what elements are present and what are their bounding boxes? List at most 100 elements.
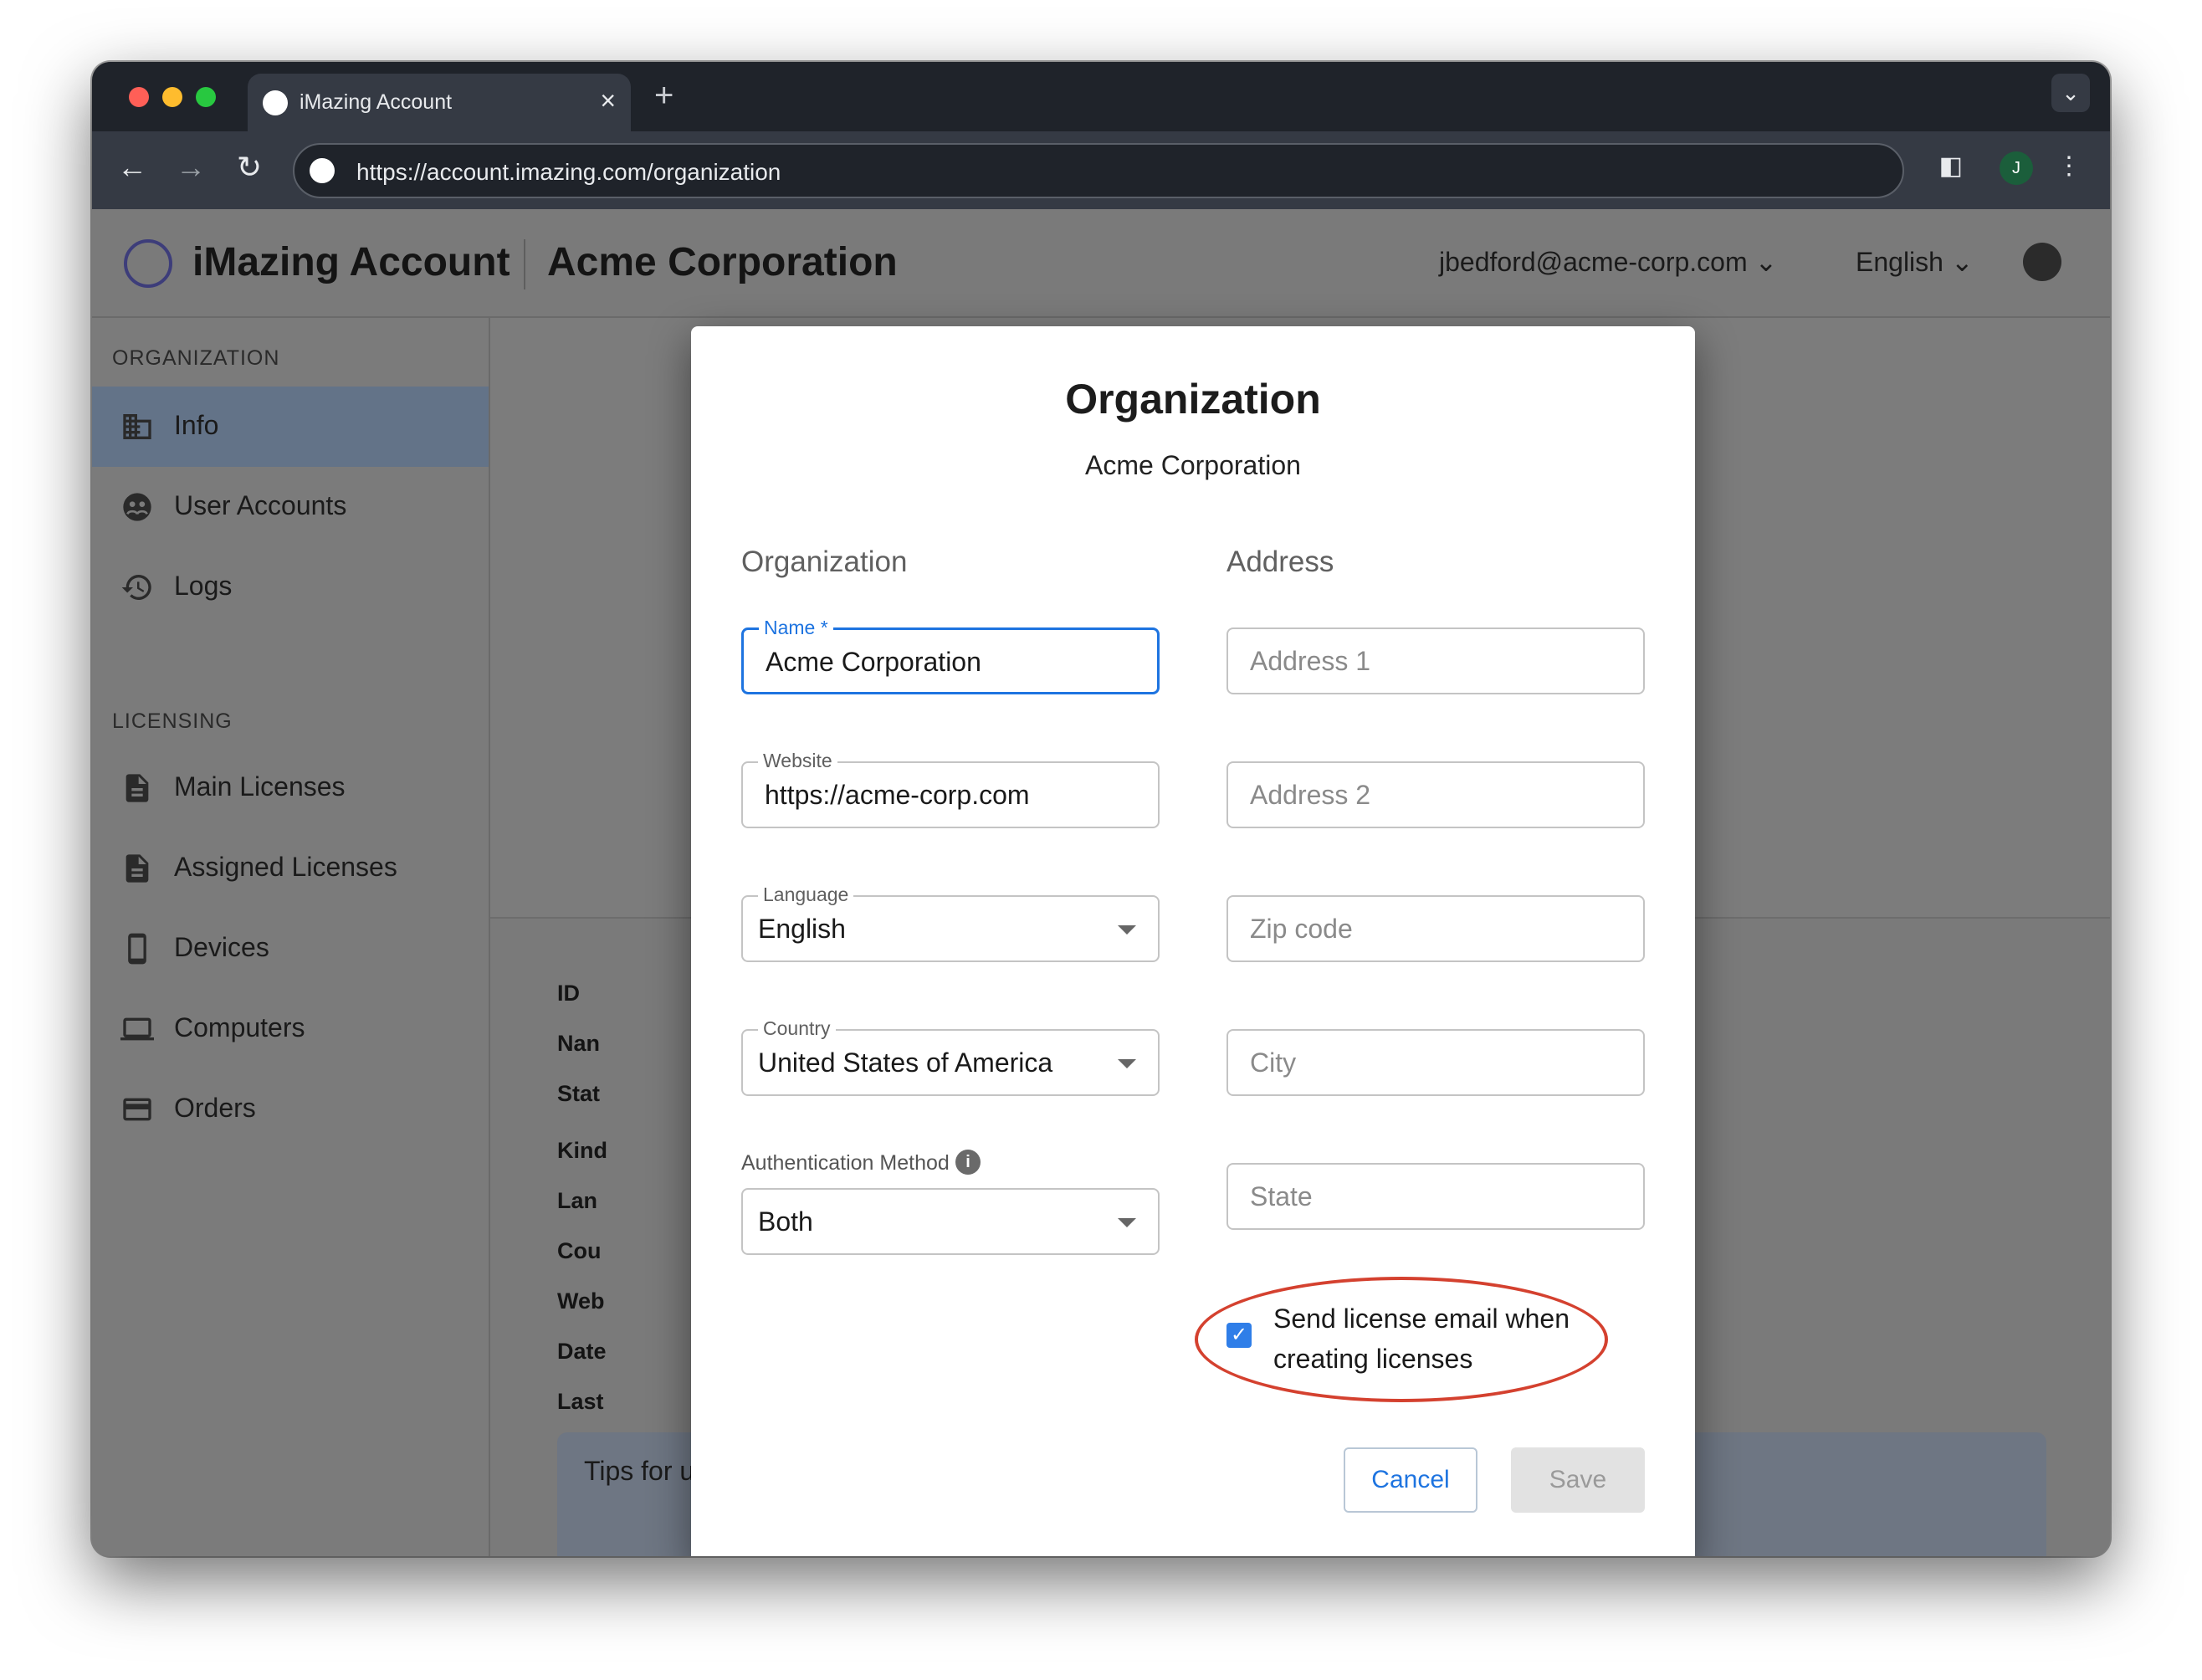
sidebar-item-orders[interactable]: Orders (92, 1069, 489, 1150)
sidebar-item-label: Info (174, 410, 219, 440)
users-circle-icon (123, 493, 151, 521)
document-icon (125, 774, 149, 802)
tab-search-button[interactable]: ⌄ (2051, 74, 2090, 112)
theme-toggle-icon[interactable] (2023, 243, 2061, 281)
org-title: Acme Corporation (547, 240, 898, 284)
language-menu[interactable]: English ⌄ (1856, 246, 1974, 278)
name-input-label: Name * (759, 617, 833, 639)
credit-card-icon (123, 1098, 151, 1121)
chevron-down-icon: ⌄ (1754, 247, 1778, 277)
info-label-date: Date (557, 1339, 607, 1364)
maximize-window-button[interactable] (196, 87, 216, 107)
state-placeholder: State (1250, 1181, 1313, 1211)
url-text: https://account.imazing.com/organization (356, 159, 781, 185)
reload-icon[interactable]: ↻ (231, 150, 268, 185)
dialog-title: Organization (1065, 376, 1321, 423)
sidebar-item-info[interactable]: Info (92, 387, 489, 467)
new-tab-button[interactable]: + (654, 77, 673, 115)
state-input[interactable]: State (1226, 1163, 1645, 1230)
profile-avatar[interactable]: J (2000, 151, 2033, 185)
address1-placeholder: Address 1 (1250, 646, 1371, 676)
header-divider (524, 239, 525, 289)
document-icon (125, 854, 149, 883)
dropdown-arrow-icon (1118, 1218, 1136, 1227)
site-info-icon[interactable] (310, 158, 335, 183)
dropdown-arrow-icon (1118, 1059, 1136, 1068)
user-menu[interactable]: jbedford@acme-corp.com ⌄ (1439, 246, 1777, 278)
address2-input[interactable]: Address 2 (1226, 761, 1645, 828)
sidebar-item-label: Assigned Licenses (174, 852, 397, 882)
user-email: jbedford@acme-corp.com (1439, 247, 1748, 277)
city-input[interactable]: City (1226, 1029, 1645, 1096)
chevron-down-icon: ⌄ (1950, 247, 1974, 277)
minimize-window-button[interactable] (162, 87, 182, 107)
language-select[interactable]: Language English (741, 884, 1160, 962)
name-input-value: Acme Corporation (766, 647, 981, 677)
info-label-kind: Kind (557, 1138, 607, 1163)
sidebar-section-licensing: LICENSING (112, 709, 233, 733)
sidebar-item-label: User Accounts (174, 490, 347, 520)
section-heading-address: Address (1226, 545, 1334, 578)
browser-titlebar: iMazing Account × + ⌄ (92, 62, 2110, 131)
website-input[interactable]: Website https://acme-corp.com (741, 750, 1160, 828)
laptop-icon (120, 1017, 154, 1041)
side-panel-icon[interactable]: ◧ (1939, 151, 1963, 181)
section-heading-organization: Organization (741, 545, 908, 578)
cancel-button[interactable]: Cancel (1344, 1447, 1477, 1513)
info-label-status: Stat (557, 1081, 601, 1106)
country-select-value: United States of America (758, 1047, 1053, 1078)
tab-title: iMazing Account (300, 90, 453, 114)
auth-method-select[interactable]: Both (741, 1188, 1160, 1255)
close-window-button[interactable] (129, 87, 149, 107)
dialog-subtitle: Acme Corporation (1085, 450, 1301, 480)
country-select-label: Country (758, 1017, 836, 1040)
address2-placeholder: Address 2 (1250, 780, 1371, 810)
website-input-label: Website (758, 750, 837, 772)
name-input[interactable]: Name * Acme Corporation (741, 617, 1160, 694)
send-license-email-label[interactable]: Send license email when creating license… (1273, 1298, 1608, 1379)
back-arrow-icon[interactable]: ← (114, 150, 151, 185)
send-license-email-checkbox[interactable]: ✓ (1226, 1323, 1252, 1348)
sidebar-item-computers[interactable]: Computers (92, 989, 489, 1069)
sidebar-item-assigned-licenses[interactable]: Assigned Licenses (92, 828, 489, 909)
info-label-country: Cou (557, 1238, 602, 1263)
sidebar-item-main-licenses[interactable]: Main Licenses (92, 748, 489, 828)
sidebar-item-label: Devices (174, 932, 269, 962)
sidebar-item-user-accounts[interactable]: User Accounts (92, 467, 489, 547)
organization-dialog: Organization Acme Corporation Organizati… (691, 326, 1695, 1556)
zip-code-input[interactable]: Zip code (1226, 895, 1645, 962)
imazing-logo-icon (124, 239, 172, 288)
website-input-value: https://acme-corp.com (765, 780, 1030, 810)
phone-icon (128, 933, 146, 965)
building-icon (123, 414, 151, 439)
browser-toolbar: ← → ↻ https://account.imazing.com/organi… (92, 131, 2110, 209)
forward-arrow-icon[interactable]: → (172, 150, 209, 185)
info-label-name: Nan (557, 1031, 601, 1056)
brand-title: iMazing Account (192, 240, 510, 284)
address-bar[interactable]: https://account.imazing.com/organization (293, 143, 1904, 198)
history-icon (121, 574, 151, 600)
sidebar-item-devices[interactable]: Devices (92, 909, 489, 989)
sidebar: ORGANIZATION Info User Accounts Logs LIC… (92, 318, 490, 1556)
address1-input[interactable]: Address 1 (1226, 627, 1645, 694)
imazing-favicon-icon (263, 90, 288, 115)
info-icon[interactable]: i (955, 1150, 981, 1175)
tab-close-icon[interactable]: × (600, 85, 616, 116)
browser-window: iMazing Account × + ⌄ ← → ↻ https://acco… (92, 62, 2110, 1556)
language-select-value: English (758, 914, 846, 944)
sidebar-item-label: Orders (174, 1093, 256, 1123)
language-select-label: Language (758, 884, 854, 906)
zip-code-placeholder: Zip code (1250, 914, 1353, 944)
info-label-language: Lan (557, 1188, 598, 1213)
auth-method-value: Both (758, 1206, 813, 1237)
browser-tab[interactable]: iMazing Account × (248, 74, 631, 131)
auth-method-label: Authentication Method (741, 1151, 950, 1175)
sidebar-item-label: Main Licenses (174, 771, 346, 802)
save-button[interactable]: Save (1511, 1447, 1645, 1513)
sidebar-item-label: Logs (174, 571, 233, 601)
country-select[interactable]: Country United States of America (741, 1017, 1160, 1096)
info-label-id: ID (557, 981, 580, 1006)
sidebar-item-label: Computers (174, 1012, 305, 1042)
sidebar-item-logs[interactable]: Logs (92, 547, 489, 627)
browser-menu-icon[interactable]: ⋮ (2056, 151, 2082, 181)
